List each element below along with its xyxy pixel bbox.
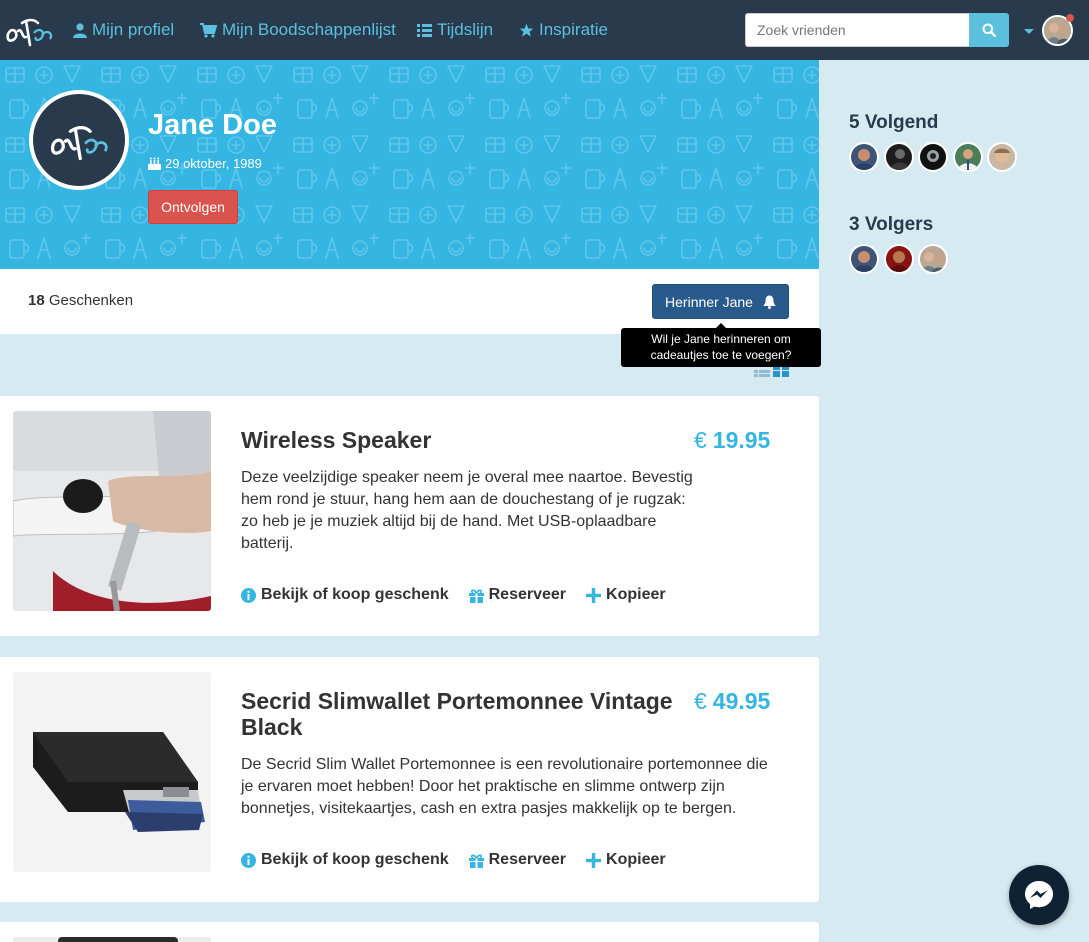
gift-description: Deze veelzijdige speaker neem je overal …	[241, 469, 693, 552]
account-dropdown-caret-icon[interactable]	[1024, 29, 1034, 34]
nav-boodschappenlijst[interactable]: Mijn Boodschappenlijst	[200, 19, 396, 41]
search-friends-input[interactable]	[745, 13, 970, 47]
copy-link[interactable]: Kopieer	[586, 851, 666, 869]
followers-heading: 3 Volgers	[849, 214, 933, 236]
gift-title[interactable]: Secrid Slimwallet Portemonnee Vintage Bl…	[241, 688, 686, 740]
follower-avatar[interactable]	[849, 244, 879, 274]
gift-icon	[468, 588, 484, 603]
following-avatar[interactable]	[918, 142, 948, 172]
info-icon	[241, 852, 256, 868]
info-icon	[241, 587, 256, 603]
view-buy-gift-link[interactable]: Bekijk of koop geschenk	[241, 851, 449, 869]
gift-price: €49.95	[694, 688, 770, 715]
remind-tooltip: Wil je Jane herinneren om cadeautjes toe…	[621, 323, 821, 367]
follower-avatar[interactable]	[884, 244, 914, 274]
nav-label-inspiratie: Inspiratie	[539, 20, 608, 39]
profile-name: Jane Doe	[148, 109, 277, 141]
gift-card: Wireless Speaker €19.95 Deze veelzijdige…	[0, 396, 819, 636]
gift-image-wallet[interactable]	[13, 672, 211, 872]
gift-card	[0, 922, 819, 942]
follower-avatar[interactable]	[918, 244, 948, 274]
hero-pattern-decoration	[0, 60, 819, 269]
list-icon	[417, 23, 432, 37]
gift-title[interactable]: Wireless Speaker	[241, 427, 431, 453]
gift-card: Secrid Slimwallet Portemonnee Vintage Bl…	[0, 657, 819, 902]
birthday-cake-icon	[148, 157, 161, 170]
nav-mijn-profiel[interactable]: Mijn profiel	[73, 19, 174, 41]
nav-tijdslijn[interactable]: Tijdslijn	[417, 19, 493, 41]
currency-symbol: €	[694, 427, 707, 453]
copy-link[interactable]: Kopieer	[586, 586, 666, 604]
gift-count: 18 Geschenken	[28, 292, 133, 309]
top-navbar: Mijn profiel Mijn Boodschappenlijst Tijd…	[0, 0, 1089, 60]
reserve-link[interactable]: Reserveer	[468, 851, 567, 869]
unfollow-button[interactable]: Ontvolgen	[148, 190, 238, 224]
tooltip-line-2: cadeautjes toe te voegen?	[650, 348, 792, 362]
action-label: Kopieer	[606, 851, 666, 868]
following-avatar[interactable]	[884, 142, 914, 172]
messenger-chat-button[interactable]	[1009, 865, 1069, 925]
search-button[interactable]	[969, 13, 1009, 47]
price-value: 19.95	[712, 427, 771, 453]
star-icon	[519, 23, 534, 37]
action-label: Bekijk of koop geschenk	[261, 586, 449, 603]
action-label: Bekijk of koop geschenk	[261, 851, 449, 868]
profile-logo-icon	[51, 126, 108, 161]
gift-count-bar: 18 Geschenken Herinner Jane	[0, 269, 819, 334]
gift-actions: Bekijk of koop geschenk Reserveer Kopiee…	[241, 851, 686, 869]
messenger-icon	[1025, 881, 1053, 909]
gift-icon	[468, 853, 484, 868]
followers-count: 3	[849, 214, 860, 235]
remind-button[interactable]: Herinner Jane	[652, 284, 789, 319]
nav-label-tijdslijn: Tijdslijn	[437, 20, 494, 39]
profile-hero: Jane Doe 29 oktober, 1989 Ontvolgen	[0, 60, 819, 269]
shopping-cart-icon	[200, 22, 217, 38]
birthday-text: 29 oktober, 1989	[165, 156, 262, 171]
followers-label: Volgers	[864, 214, 934, 235]
price-value: 49.95	[712, 688, 771, 714]
plus-icon	[586, 587, 602, 603]
currency-symbol: €	[694, 688, 707, 714]
user-icon	[73, 22, 87, 38]
reserve-link[interactable]: Reserveer	[468, 586, 567, 604]
search-icon	[982, 23, 996, 37]
tooltip-line-1: Wil je Jane herinneren om	[651, 332, 791, 346]
following-count: 5	[849, 112, 860, 133]
following-heading: 5 Volgend	[849, 112, 938, 134]
bell-icon	[763, 295, 776, 309]
gift-price: €19.95	[694, 427, 770, 454]
nav-label-boodschappenlijst: Mijn Boodschappenlijst	[222, 20, 396, 39]
profile-birthday: 29 oktober, 1989	[148, 156, 262, 171]
remind-button-label: Herinner Jane	[665, 293, 753, 310]
profile-avatar	[29, 90, 129, 190]
notification-dot	[1066, 14, 1074, 22]
following-avatar[interactable]	[987, 142, 1017, 172]
gift-description: De Secrid Slim Wallet Portemonnee is een…	[241, 756, 768, 817]
action-label: Kopieer	[606, 586, 666, 603]
action-label: Reserveer	[488, 851, 567, 868]
gift-actions: Bekijk of koop geschenk Reserveer Kopiee…	[241, 586, 686, 604]
plus-icon	[586, 852, 602, 868]
action-label: Reserveer	[488, 586, 567, 603]
nav-label-mijn-profiel: Mijn profiel	[92, 20, 175, 39]
gift-count-label: Geschenken	[44, 292, 134, 309]
following-avatar[interactable]	[953, 142, 983, 172]
brand-logo-icon[interactable]	[4, 9, 54, 51]
following-label: Volgend	[864, 112, 939, 133]
view-buy-gift-link[interactable]: Bekijk of koop geschenk	[241, 586, 449, 604]
nav-inspiratie[interactable]: Inspiratie	[519, 19, 608, 41]
gift-image-partial[interactable]	[13, 937, 211, 942]
gift-count-number: 18	[28, 292, 45, 309]
following-avatar[interactable]	[849, 142, 879, 172]
gift-image-speaker[interactable]	[13, 411, 211, 611]
